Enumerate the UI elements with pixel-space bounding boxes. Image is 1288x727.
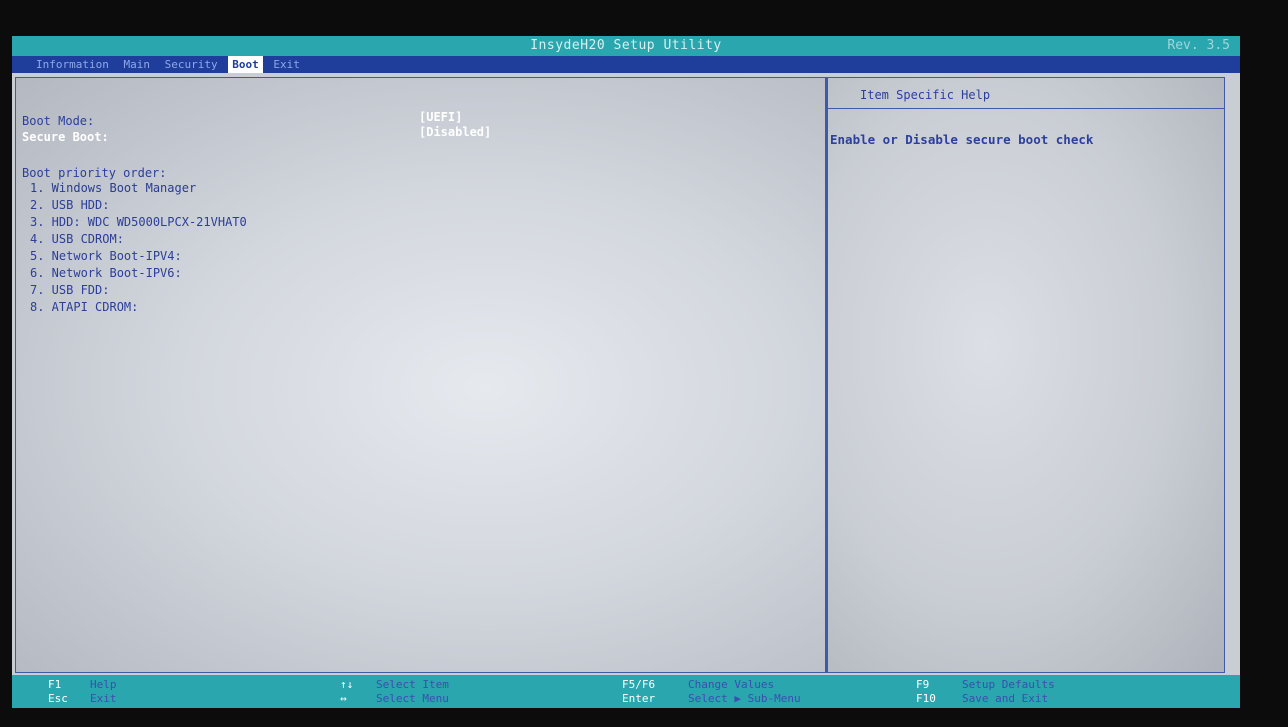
enter-key: Enter [622, 692, 656, 705]
boot-item-2[interactable]: 2. USB HDD: [30, 198, 109, 212]
left-right-arrows-icon: ↔ [340, 692, 347, 705]
content-area: Boot Mode: [UEFI] Secure Boot: [Disabled… [12, 73, 1240, 675]
help-desc: Help [90, 678, 117, 691]
settings-panel: Boot Mode: [UEFI] Secure Boot: [Disabled… [15, 77, 826, 673]
title-bar: InsydeH20 Setup Utility Rev. 3.5 [12, 36, 1240, 56]
select-item-desc: Select Item [376, 678, 449, 691]
footer-key-change-values: F5/F6 Change Values [622, 677, 774, 692]
boot-item-1[interactable]: 1. Windows Boot Manager [30, 181, 196, 195]
footer-key-defaults: F9 Setup Defaults [916, 677, 1055, 692]
revision-label: Rev. 3.5 [1167, 38, 1230, 53]
boot-item-7[interactable]: 7. USB FDD: [30, 283, 109, 297]
footer-key-save-exit: F10 Save and Exit [916, 691, 1048, 706]
esc-key: Esc [48, 692, 68, 705]
help-title-bar: Item Specific Help [828, 82, 1224, 109]
boot-priority-heading: Boot priority order: [22, 166, 167, 180]
change-values-desc: Change Values [688, 678, 775, 691]
tab-main[interactable]: Main [119, 56, 154, 73]
f9-key: F9 [916, 678, 930, 691]
help-panel: Item Specific Help Enable or Disable sec… [826, 77, 1225, 673]
boot-item-6[interactable]: 6. Network Boot-IPV6: [30, 266, 182, 280]
tab-information[interactable]: Information [32, 56, 113, 73]
bios-screen: InsydeH20 Setup Utility Rev. 3.5 Informa… [12, 36, 1240, 708]
boot-item-8[interactable]: 8. ATAPI CDROM: [30, 300, 138, 314]
boot-item-3[interactable]: 3. HDD: WDC WD5000LPCX-21VHAT0 [30, 215, 247, 229]
f10-key: F10 [916, 692, 936, 705]
save-exit-desc: Save and Exit [962, 692, 1049, 705]
f1-key: F1 [48, 678, 62, 691]
boot-mode-value[interactable]: [UEFI] [419, 110, 462, 124]
utility-title: InsydeH20 Setup Utility [530, 38, 722, 53]
tab-exit[interactable]: Exit [269, 56, 304, 73]
help-title: Item Specific Help [860, 88, 991, 102]
footer-key-select-item: ↑↓ Select Item [340, 677, 449, 692]
boot-mode-label[interactable]: Boot Mode: [22, 114, 94, 128]
boot-item-5[interactable]: 5. Network Boot-IPV4: [30, 249, 182, 263]
boot-item-4[interactable]: 4. USB CDROM: [30, 232, 124, 246]
exit-desc: Exit [90, 692, 117, 705]
setup-defaults-desc: Setup Defaults [962, 678, 1055, 691]
footer-key-select-menu: ↔ Select Menu [340, 691, 449, 706]
select-menu-desc: Select Menu [376, 692, 449, 705]
help-text: Enable or Disable secure boot check [830, 132, 1094, 147]
footer-key-help: F1 Help [48, 677, 117, 692]
footer-key-exit: Esc Exit [48, 691, 117, 706]
secure-boot-label[interactable]: Secure Boot: [22, 130, 109, 144]
tab-boot[interactable]: Boot [228, 56, 263, 73]
footer-key-submenu: Enter Select ▶ Sub-Menu [622, 691, 801, 706]
submenu-desc: Select ▶ Sub-Menu [688, 692, 801, 705]
key-legend: F1 Help Esc Exit ↑↓ Select Item ↔ Select Men… [12, 675, 1240, 708]
menu-bar: Information Main Security Boot Exit [12, 56, 1240, 73]
f5-f6-key: F5/F6 [622, 678, 656, 691]
tab-security[interactable]: Security [161, 56, 222, 73]
up-down-arrows-icon: ↑↓ [340, 678, 354, 691]
secure-boot-value[interactable]: [Disabled] [419, 125, 491, 139]
